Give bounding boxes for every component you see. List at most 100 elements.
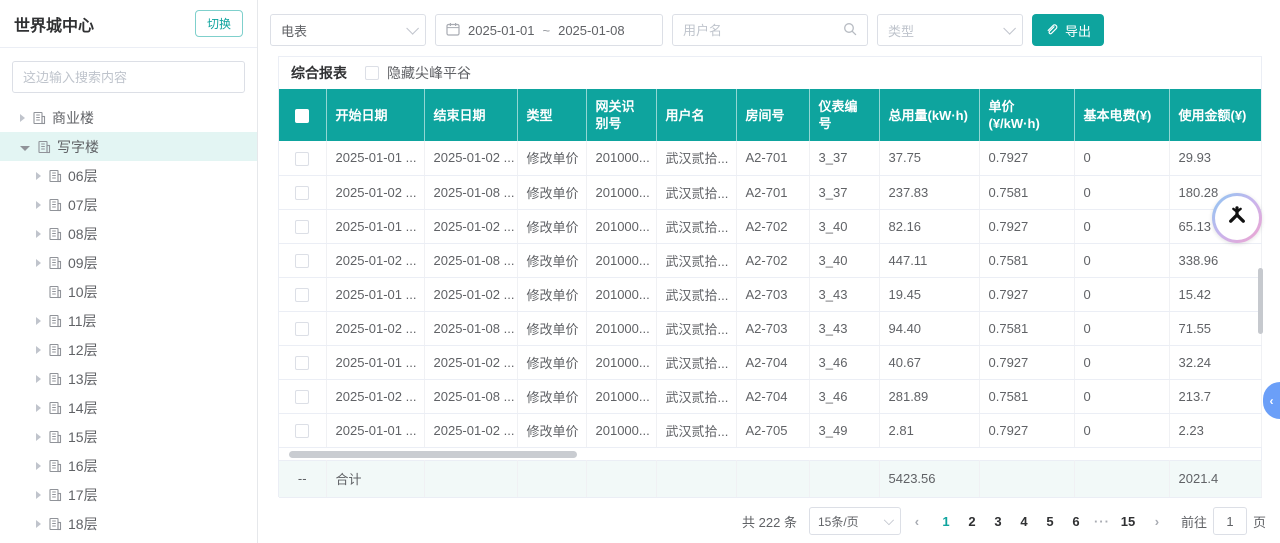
- meter-type-select[interactable]: 电表: [270, 14, 426, 46]
- table-cell: 0: [1074, 277, 1169, 311]
- column-header: 基本电费(¥): [1074, 89, 1169, 141]
- brand-logo-badge[interactable]: [1212, 193, 1262, 243]
- tree-item-09层[interactable]: 09层: [0, 248, 257, 277]
- tree-item-10层[interactable]: 10层: [0, 277, 257, 306]
- date-range-picker[interactable]: 2025-01-01 ~ 2025-01-08: [435, 14, 663, 46]
- filter-toolbar: 电表 2025-01-01 ~ 2025-01-08 类型 导出: [259, 0, 1280, 46]
- row-checkbox[interactable]: [295, 424, 309, 438]
- caret-icon[interactable]: [36, 375, 41, 383]
- table-cell: 3_46: [809, 345, 879, 379]
- tree-item-08层[interactable]: 08层: [0, 219, 257, 248]
- caret-icon[interactable]: [36, 404, 41, 412]
- table-cell: 0.7581: [979, 243, 1074, 277]
- summary-cell: 5423.56: [879, 460, 979, 497]
- page-number-6[interactable]: 6: [1063, 510, 1089, 533]
- page-number-3[interactable]: 3: [985, 510, 1011, 533]
- caret-icon[interactable]: [36, 491, 41, 499]
- goto-page-input[interactable]: [1213, 507, 1247, 535]
- caret-icon[interactable]: [36, 259, 41, 267]
- page-number-5[interactable]: 5: [1037, 510, 1063, 533]
- prev-page-button[interactable]: ‹: [905, 514, 929, 529]
- username-search-field[interactable]: [672, 14, 868, 46]
- tree-item-07层[interactable]: 07层: [0, 190, 257, 219]
- export-button[interactable]: 导出: [1032, 14, 1104, 46]
- tree-item-18层[interactable]: 18层: [0, 509, 257, 538]
- table-cell: A2-702: [736, 243, 809, 277]
- checkbox-icon[interactable]: [365, 66, 379, 80]
- caret-icon[interactable]: [36, 520, 41, 528]
- table-row[interactable]: 2025-01-01 ...2025-01-02 ...修改单价201000..…: [279, 345, 1261, 379]
- row-checkbox[interactable]: [295, 390, 309, 404]
- column-header: 仪表编号: [809, 89, 879, 141]
- row-checkbox[interactable]: [295, 152, 309, 166]
- row-checkbox[interactable]: [295, 356, 309, 370]
- page-size-select[interactable]: 15条/页: [809, 507, 901, 535]
- tree-item-06层[interactable]: 06层: [0, 161, 257, 190]
- table-row[interactable]: 2025-01-01 ...2025-01-02 ...修改单价201000..…: [279, 141, 1261, 175]
- username-input[interactable]: [683, 23, 823, 38]
- table-row[interactable]: 2025-01-01 ...2025-01-02 ...修改单价201000..…: [279, 209, 1261, 243]
- column-header: 开始日期: [326, 89, 424, 141]
- caret-icon[interactable]: [20, 146, 30, 151]
- select-all-checkbox[interactable]: [295, 109, 309, 123]
- tree-item-13层[interactable]: 13层: [0, 364, 257, 393]
- row-checkbox[interactable]: [295, 288, 309, 302]
- column-header: 类型: [517, 89, 586, 141]
- tree-item-商业楼[interactable]: 商业楼: [0, 103, 257, 132]
- table-row[interactable]: 2025-01-02 ...2025-01-08 ...修改单价201000..…: [279, 379, 1261, 413]
- tree-item-12层[interactable]: 12层: [0, 335, 257, 364]
- goto-label: 前往: [1181, 512, 1207, 531]
- row-checkbox[interactable]: [295, 186, 309, 200]
- report-table-body: 2025-01-01 ...2025-01-02 ...修改单价201000..…: [279, 141, 1261, 497]
- caret-icon[interactable]: [20, 114, 25, 122]
- page-number-4[interactable]: 4: [1011, 510, 1037, 533]
- page-number-1[interactable]: 1: [933, 510, 959, 533]
- tree-item-15层[interactable]: 15层: [0, 422, 257, 451]
- next-page-button[interactable]: ›: [1145, 514, 1169, 529]
- tree-item-14层[interactable]: 14层: [0, 393, 257, 422]
- vertical-scrollbar-thumb[interactable]: [1258, 268, 1263, 334]
- type-select-placeholder: 类型: [888, 21, 914, 40]
- horizontal-scrollbar-thumb[interactable]: [289, 451, 577, 458]
- column-header: 结束日期: [424, 89, 517, 141]
- tree-item-11层[interactable]: 11层: [0, 306, 257, 335]
- tree-search-input[interactable]: [12, 61, 245, 93]
- table-row[interactable]: 2025-01-02 ...2025-01-08 ...修改单价201000..…: [279, 243, 1261, 277]
- table-cell: 32.24: [1169, 345, 1261, 379]
- caret-icon[interactable]: [36, 317, 41, 325]
- row-checkbox[interactable]: [295, 322, 309, 336]
- row-checkbox[interactable]: [295, 254, 309, 268]
- caret-icon[interactable]: [36, 462, 41, 470]
- switch-building-button[interactable]: 切换: [195, 10, 243, 37]
- tree-item-label: 16层: [68, 456, 98, 476]
- row-checkbox[interactable]: [295, 220, 309, 234]
- table-cell: 2025-01-02 ...: [326, 311, 424, 345]
- caret-icon[interactable]: [36, 201, 41, 209]
- table-cell: 2025-01-02 ...: [424, 413, 517, 447]
- table-cell: 2025-01-02 ...: [424, 209, 517, 243]
- table-cell: 201000...: [586, 413, 656, 447]
- page-number-15[interactable]: 15: [1115, 510, 1141, 533]
- summary-row: --合计5423.562021.4: [279, 460, 1261, 497]
- tree-item-label: 06层: [68, 166, 98, 186]
- table-row[interactable]: 2025-01-02 ...2025-01-08 ...修改单价201000..…: [279, 311, 1261, 345]
- tree-item-16层[interactable]: 16层: [0, 451, 257, 480]
- caret-icon[interactable]: [36, 230, 41, 238]
- table-cell: 2025-01-02 ...: [424, 141, 517, 175]
- table-row[interactable]: 2025-01-02 ...2025-01-08 ...修改单价201000..…: [279, 175, 1261, 209]
- table-row[interactable]: 2025-01-01 ...2025-01-02 ...修改单价201000..…: [279, 413, 1261, 447]
- tree-item-17层[interactable]: 17层: [0, 480, 257, 509]
- type-select[interactable]: 类型: [877, 14, 1023, 46]
- tree-item-label: 08层: [68, 224, 98, 244]
- caret-icon[interactable]: [36, 433, 41, 441]
- building-icon: [48, 517, 62, 531]
- search-icon: [843, 22, 857, 39]
- building-icon: [48, 198, 62, 212]
- hide-peak-valley-checkbox[interactable]: 隐藏尖峰平谷: [365, 63, 471, 83]
- tree-item-写字楼[interactable]: 写字楼: [0, 132, 257, 161]
- caret-icon[interactable]: [36, 172, 41, 180]
- table-row[interactable]: 2025-01-01 ...2025-01-02 ...修改单价201000..…: [279, 277, 1261, 311]
- table-cell: A2-703: [736, 311, 809, 345]
- page-number-2[interactable]: 2: [959, 510, 985, 533]
- caret-icon[interactable]: [36, 346, 41, 354]
